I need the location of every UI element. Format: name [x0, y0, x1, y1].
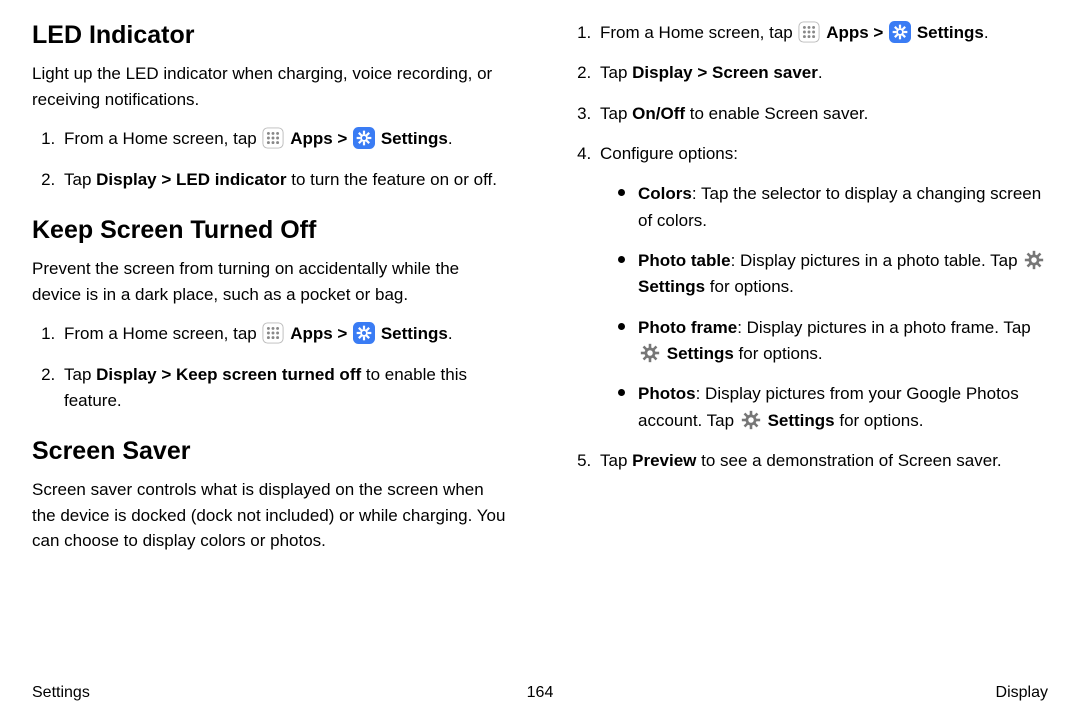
settings-icon	[889, 21, 911, 43]
heading-led-indicator: LED Indicator	[32, 20, 512, 51]
step: Configure options: Colors: Tap the selec…	[596, 141, 1048, 434]
left-column: LED Indicator Light up the LED indicator…	[32, 20, 512, 660]
step: From a Home screen, tap Apps > Settings.	[60, 321, 512, 347]
step: Tap Display > Keep screen turned off to …	[60, 362, 512, 415]
heading-screen-saver: Screen Saver	[32, 436, 512, 467]
screen-saver-options: Colors: Tap the selector to display a ch…	[600, 181, 1048, 434]
apps-icon	[262, 127, 284, 149]
steps-screen-saver: From a Home screen, tap Apps > Settings.…	[568, 20, 1048, 474]
step: Tap Display > LED indicator to turn the …	[60, 167, 512, 193]
steps-keep-screen-off: From a Home screen, tap Apps > Settings.…	[32, 321, 512, 414]
step: Tap Display > Screen saver.	[596, 60, 1048, 86]
gear-icon	[1023, 249, 1045, 271]
step: Tap Preview to see a demonstration of Sc…	[596, 448, 1048, 474]
footer-left: Settings	[32, 684, 90, 702]
settings-icon	[353, 322, 375, 344]
option-photo-table: Photo table: Display pictures in a photo…	[618, 248, 1048, 301]
desc-keep-screen-off: Prevent the screen from turning on accid…	[32, 256, 512, 307]
steps-led-indicator: From a Home screen, tap Apps > Settings.…	[32, 126, 512, 193]
gear-icon	[740, 409, 762, 431]
desc-screen-saver: Screen saver controls what is displayed …	[32, 477, 512, 554]
footer-right: Display	[996, 684, 1048, 702]
right-column: From a Home screen, tap Apps > Settings.…	[568, 20, 1048, 660]
option-photos: Photos: Display pictures from your Googl…	[618, 381, 1048, 434]
step: From a Home screen, tap Apps > Settings.	[60, 126, 512, 152]
option-photo-frame: Photo frame: Display pictures in a photo…	[618, 315, 1048, 368]
gear-icon	[639, 342, 661, 364]
page-columns: LED Indicator Light up the LED indicator…	[32, 20, 1048, 660]
heading-keep-screen-off: Keep Screen Turned Off	[32, 215, 512, 246]
step: From a Home screen, tap Apps > Settings.	[596, 20, 1048, 46]
page-footer: Settings 164 Display	[32, 684, 1048, 702]
footer-page-number: 164	[527, 684, 554, 702]
desc-led-indicator: Light up the LED indicator when charging…	[32, 61, 512, 112]
settings-icon	[353, 127, 375, 149]
apps-icon	[798, 21, 820, 43]
option-colors: Colors: Tap the selector to display a ch…	[618, 181, 1048, 234]
apps-icon	[262, 322, 284, 344]
step: Tap On/Off to enable Screen saver.	[596, 101, 1048, 127]
